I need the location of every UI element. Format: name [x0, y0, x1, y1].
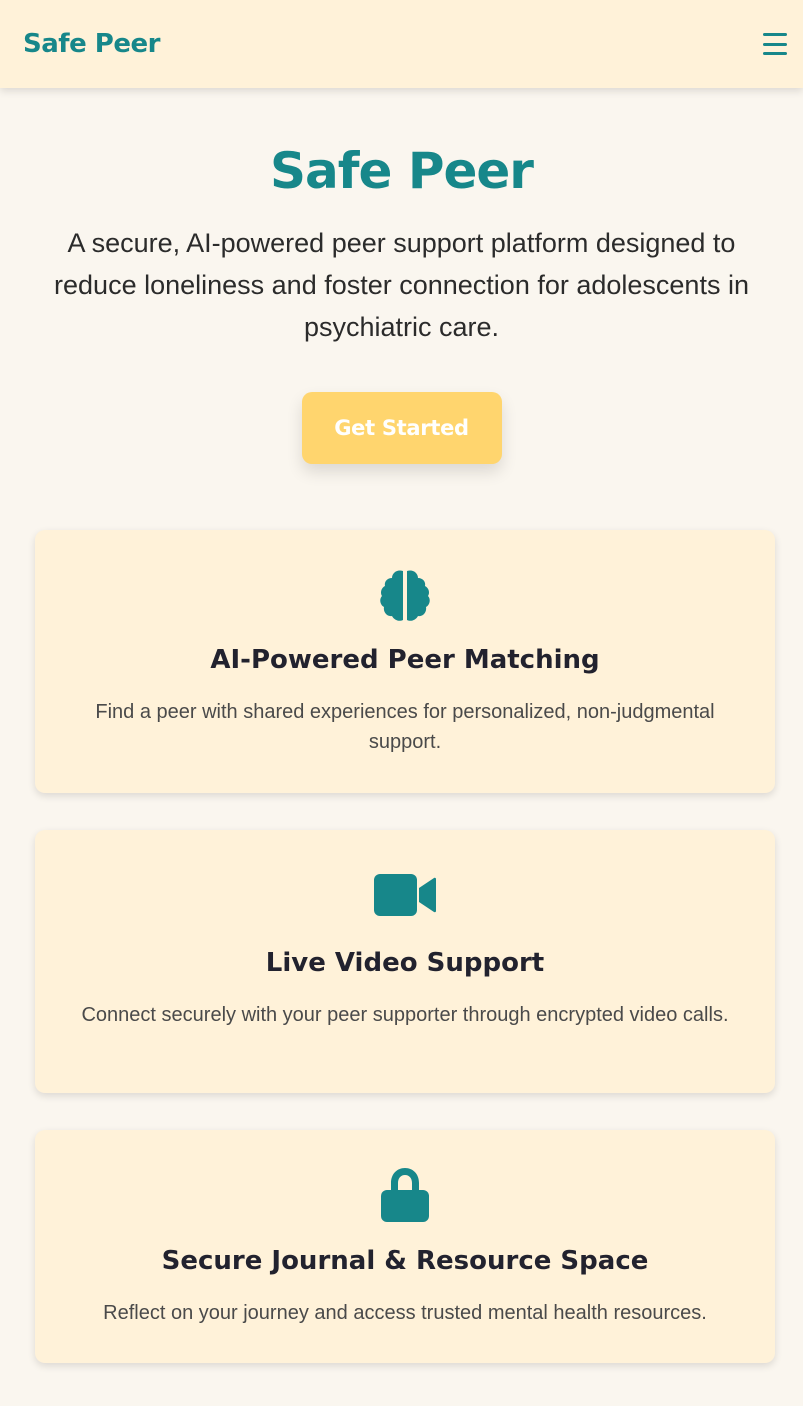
feature-description: Connect securely with your peer supporte… — [81, 1004, 729, 1026]
hero-title: Safe Peer — [270, 142, 534, 200]
brain-icon — [380, 570, 430, 621]
feature-card-journal: Secure Journal & Resource Space Reflect … — [35, 1130, 775, 1363]
hero-subtitle: A secure, AI-powered peer support platfo… — [54, 228, 749, 342]
feature-title: AI-Powered Peer Matching — [210, 645, 600, 675]
hamburger-line — [763, 42, 787, 46]
feature-card-peer-matching: AI-Powered Peer Matching Find a peer wit… — [35, 530, 775, 793]
lock-icon — [381, 1168, 429, 1222]
feature-card-video-support: Live Video Support Connect securely with… — [35, 830, 775, 1093]
brand-logo[interactable]: Safe Peer — [23, 29, 160, 59]
top-navbar: Safe Peer — [0, 0, 803, 88]
feature-title: Secure Journal & Resource Space — [161, 1246, 649, 1276]
feature-description: Reflect on your journey and access trust… — [103, 1302, 707, 1324]
hamburger-line — [763, 52, 787, 55]
get-started-button[interactable]: Get Started — [301, 392, 502, 464]
hamburger-line — [763, 33, 787, 36]
hamburger-menu-icon[interactable] — [763, 33, 787, 55]
feature-description: Find a peer with shared experiences for … — [95, 701, 715, 753]
feature-title: Live Video Support — [265, 948, 545, 978]
video-camera-icon — [374, 874, 436, 916]
hero-section: Safe Peer A secure, AI-powered peer supp… — [0, 88, 803, 464]
